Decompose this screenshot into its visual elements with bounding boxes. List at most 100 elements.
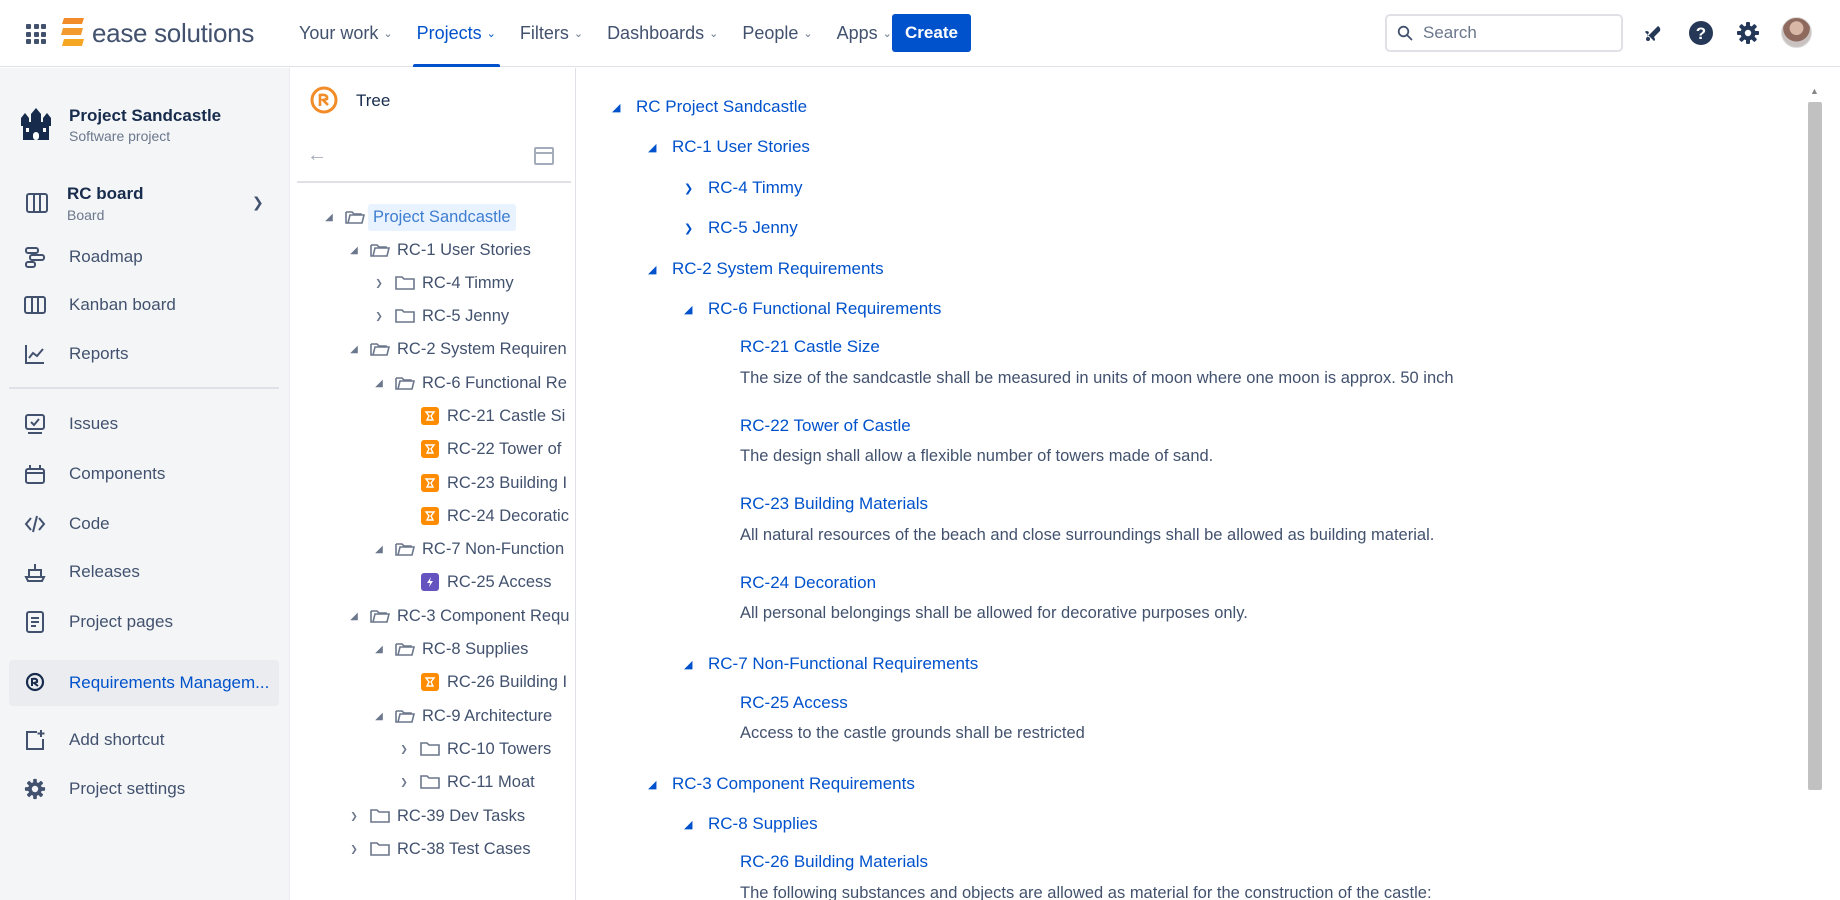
search-input[interactable] [1423, 23, 1613, 43]
tree-node[interactable]: RC-23 Building I [396, 469, 567, 497]
search-box[interactable] [1385, 14, 1623, 52]
nav-projects[interactable]: Projects ⌄ [409, 0, 504, 67]
sidebar-item-reports[interactable]: Reports [9, 332, 279, 376]
nav-apps[interactable]: Apps ⌄ [829, 0, 900, 67]
sidebar-item-project-settings[interactable]: Project settings [9, 767, 279, 811]
expanded-toggle-icon[interactable]: ◢ [371, 544, 387, 555]
expanded-toggle-icon[interactable]: ◢ [346, 245, 362, 256]
collapse-panel-icon[interactable] [534, 147, 554, 165]
tree-node[interactable]: ◢ RC-1 User Stories [346, 236, 531, 264]
sidebar-item-project-pages[interactable]: Project pages [9, 600, 279, 644]
tree-node[interactable]: ◢ RC-9 Architecture [371, 702, 552, 730]
tree-node[interactable]: ❯ RC-11 Moat [396, 768, 535, 796]
requirement-title-rc-26[interactable]: RC-26 Building Materials [740, 852, 928, 872]
help-icon[interactable]: ? [1687, 19, 1715, 47]
project-header[interactable]: Project Sandcastle Software project [0, 104, 290, 160]
expanded-toggle-icon[interactable]: ◢ [648, 141, 660, 154]
collapsed-toggle-icon[interactable]: ❯ [346, 811, 362, 822]
tree-node[interactable]: ❯ RC-4 Timmy [371, 269, 513, 297]
chevron-down-icon: ⌄ [882, 28, 892, 40]
expanded-toggle-icon[interactable]: ◢ [612, 101, 624, 114]
tree-node[interactable]: ❯ RC-5 Jenny [371, 302, 509, 330]
tree-node[interactable]: RC-26 Building I [396, 668, 567, 696]
nav-dashboards[interactable]: Dashboards ⌄ [599, 0, 726, 67]
doc-heading-rc-3[interactable]: ◢ RC-3 Component Requirements [648, 774, 915, 794]
doc-heading-label: RC Project Sandcastle [636, 97, 808, 116]
expanded-toggle-icon[interactable]: ◢ [684, 303, 696, 316]
requirement-title-rc-25[interactable]: RC-25 Access [740, 693, 848, 713]
requirement-title-rc-23[interactable]: RC-23 Building Materials [740, 494, 928, 514]
doc-heading-rc-8[interactable]: ◢ RC-8 Supplies [684, 814, 818, 834]
collapsed-toggle-icon[interactable]: ❯ [684, 222, 696, 235]
tree-node[interactable]: RC-21 Castle Si [396, 402, 565, 430]
sidebar-item-requirements-management[interactable]: Requirements Managem... [9, 660, 279, 706]
nav-filters[interactable]: Filters ⌄ [512, 0, 591, 67]
nav-people[interactable]: People ⌄ [734, 0, 820, 67]
tree-node[interactable]: ❯ RC-39 Dev Tasks [346, 802, 525, 830]
tree-node[interactable]: ◢ RC-6 Functional Re [371, 369, 567, 397]
scroll-up-arrow-icon[interactable]: ▲ [1810, 86, 1819, 96]
scroll-thumb[interactable] [1808, 102, 1822, 790]
requirement-title-rc-22[interactable]: RC-22 Tower of Castle [740, 416, 911, 436]
arrow-left-icon[interactable]: ← [307, 144, 327, 167]
expanded-toggle-icon[interactable]: ◢ [346, 611, 362, 622]
sidebar-item-issues[interactable]: Issues [9, 402, 279, 446]
tree-node[interactable]: ◢ RC-8 Supplies [371, 635, 528, 663]
sidebar-item-kanban-board[interactable]: Kanban board [9, 283, 279, 327]
doc-heading-rc-4[interactable]: ❯ RC-4 Timmy [684, 178, 802, 198]
notifications-icon[interactable] [1639, 19, 1667, 47]
sidebar-item-add-shortcut[interactable]: Add shortcut [9, 718, 279, 762]
settings-gear-icon[interactable] [1734, 19, 1762, 47]
collapsed-toggle-icon[interactable]: ❯ [371, 278, 387, 289]
collapsed-toggle-icon[interactable]: ❯ [684, 182, 696, 195]
sidebar-item-roadmap[interactable]: Roadmap [9, 235, 279, 279]
doc-heading-rc-7[interactable]: ◢ RC-7 Non-Functional Requirements [684, 654, 978, 674]
sidebar-item-components[interactable]: Components [9, 452, 279, 496]
document-scrollbar[interactable]: ▲ [1807, 84, 1823, 900]
expanded-toggle-icon[interactable]: ◢ [648, 263, 660, 276]
tree-node[interactable]: RC-24 Decoratic [396, 502, 569, 530]
expanded-toggle-icon[interactable]: ◢ [321, 212, 337, 223]
tree-node-label: Project Sandcastle [368, 203, 516, 231]
expanded-toggle-icon[interactable]: ◢ [648, 778, 660, 791]
tree-node[interactable]: RC-25 Access [396, 568, 552, 596]
doc-heading-rc-1[interactable]: ◢ RC-1 User Stories [648, 137, 810, 157]
collapsed-toggle-icon[interactable]: ❯ [346, 844, 362, 855]
tree-node[interactable]: RC-22 Tower of [396, 435, 561, 463]
requirement-title-rc-21[interactable]: RC-21 Castle Size [740, 337, 880, 357]
board-name: RC board [67, 184, 144, 203]
project-sidebar: Project Sandcastle Software project RC b… [0, 68, 290, 900]
expanded-toggle-icon[interactable]: ◢ [346, 344, 362, 355]
doc-heading-rc-5[interactable]: ❯ RC-5 Jenny [684, 218, 798, 238]
expanded-toggle-icon[interactable]: ◢ [371, 711, 387, 722]
expanded-toggle-icon[interactable]: ◢ [684, 658, 696, 671]
doc-heading-rc-2[interactable]: ◢ RC-2 System Requirements [648, 259, 884, 279]
doc-heading-project[interactable]: ◢ RC Project Sandcastle [612, 97, 807, 117]
tree-node[interactable]: ◢ RC-2 System Requiren [346, 335, 567, 363]
sidebar-item-releases[interactable]: Releases [9, 550, 279, 594]
requirement-title-rc-24[interactable]: RC-24 Decoration [740, 573, 876, 593]
sidebar-item-code[interactable]: Code [9, 502, 279, 546]
expanded-toggle-icon[interactable]: ◢ [684, 818, 696, 831]
tree-node[interactable]: ◢ Project Sandcastle [321, 203, 516, 231]
tree-node[interactable]: ❯ RC-10 Towers [396, 735, 551, 763]
nav-your-work[interactable]: Your work ⌄ [291, 0, 401, 67]
code-icon [24, 513, 46, 535]
doc-heading-rc-6[interactable]: ◢ RC-6 Functional Requirements [684, 299, 941, 319]
avatar[interactable] [1781, 17, 1812, 48]
expanded-toggle-icon[interactable]: ◢ [371, 378, 387, 389]
board-selector[interactable]: RC board Board ❯ [0, 181, 290, 231]
project-type: Software project [69, 128, 171, 144]
tree-node[interactable]: ◢ RC-3 Component Requ [346, 602, 569, 630]
collapsed-toggle-icon[interactable]: ❯ [396, 777, 412, 788]
logo[interactable]: ease solutions [60, 16, 254, 50]
create-button[interactable]: Create [892, 14, 971, 52]
app-switcher-icon[interactable] [26, 24, 46, 44]
tree-node-label: RC-1 User Stories [397, 240, 531, 259]
tree-node[interactable]: ◢ RC-7 Non-Function [371, 535, 564, 563]
collapsed-toggle-icon[interactable]: ❯ [371, 311, 387, 322]
tree-node[interactable]: ❯ RC-38 Test Cases [346, 835, 530, 863]
collapsed-toggle-icon[interactable]: ❯ [396, 744, 412, 755]
issues-icon [24, 413, 46, 435]
expanded-toggle-icon[interactable]: ◢ [371, 644, 387, 655]
